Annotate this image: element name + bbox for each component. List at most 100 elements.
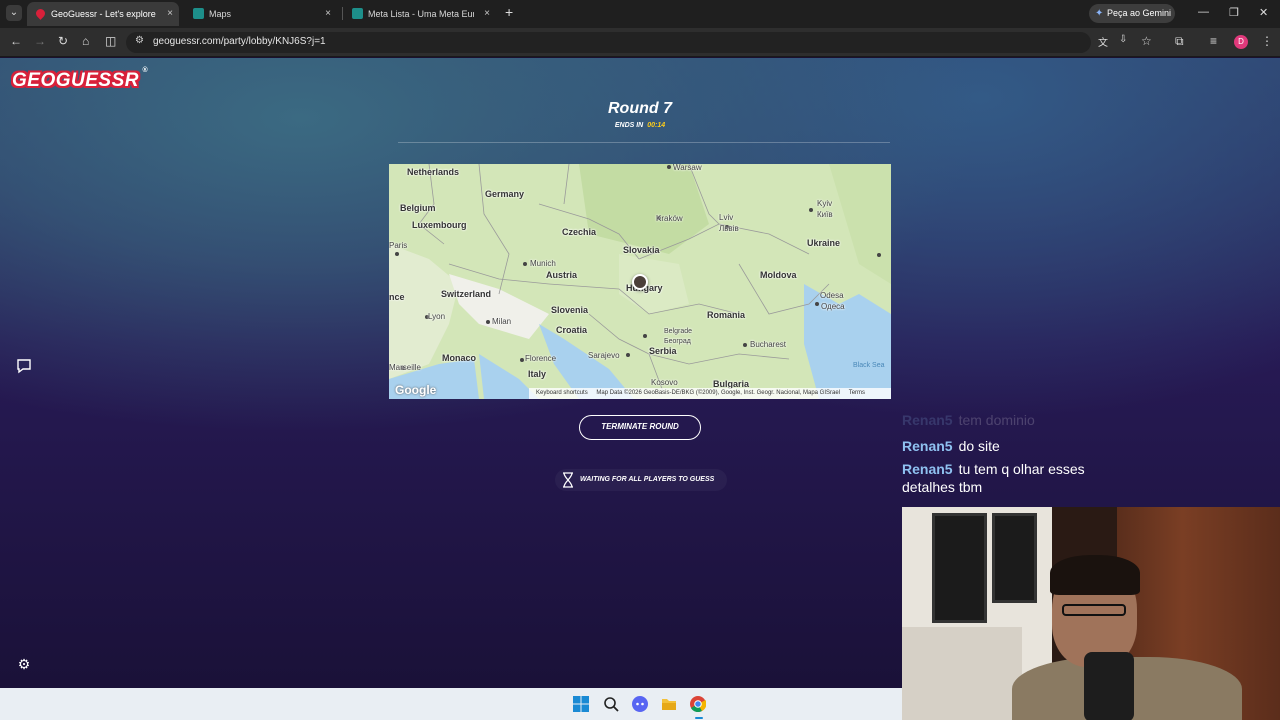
terms-link[interactable]: Terms [849, 390, 865, 396]
windows-start-icon[interactable] [573, 696, 589, 712]
map-city-label: Київ [817, 210, 833, 219]
forward-icon[interactable]: → [34, 34, 46, 48]
map-attribution: Keyboard shortcuts Map Data ©2026 GeoBas… [529, 388, 891, 399]
media-icon[interactable]: ≡ [1210, 34, 1217, 48]
cam-poster [932, 513, 987, 623]
reload-icon[interactable]: ↻ [58, 34, 68, 48]
new-tab-button[interactable]: + [505, 4, 513, 20]
map-city-label: Paris [389, 241, 408, 250]
map-city-label: Lviv [719, 213, 734, 222]
map-city-label: Bucharest [750, 340, 787, 349]
gemini-sparkle-icon: ✦ [1095, 8, 1104, 19]
map-city-label: Kosovo [651, 378, 678, 387]
tab-meta-lista[interactable]: Meta Lista - Uma Meta Europa × [344, 2, 496, 26]
map-city-label: Београд [664, 338, 691, 345]
map-label: Belgium [400, 203, 436, 213]
map-city-label: Sarajevo [588, 351, 620, 360]
chat-message: Renan5 do site [902, 438, 1000, 454]
terminate-round-button[interactable]: TERMINATE ROUND [579, 415, 701, 440]
tab-search-icon[interactable]: ⌄ [6, 5, 22, 21]
search-icon[interactable] [603, 696, 619, 712]
chat-message-continuation: detalhes tbm [902, 479, 983, 495]
translate-icon[interactable]: 文 [1098, 34, 1108, 49]
browser-tab-bar: ⌄ GeoGuessr - Let's explore the w × Maps… [0, 0, 1280, 28]
map-city-label: Munich [530, 259, 556, 268]
meta-favicon-icon [352, 8, 363, 19]
chat-message: Renan5 tu tem q olhar esses [902, 461, 1085, 477]
close-tab-icon[interactable]: × [325, 2, 331, 26]
cam-person-hair [1050, 555, 1140, 595]
map-city-label: Kraków [656, 214, 683, 223]
close-tab-icon[interactable]: × [167, 2, 173, 26]
tab-maps[interactable]: Maps × [185, 2, 337, 26]
star-icon[interactable]: ☆ [1141, 34, 1152, 48]
tab-geoguessr[interactable]: GeoGuessr - Let's explore the w × [27, 2, 179, 26]
map-label: Austria [546, 270, 578, 280]
back-icon[interactable]: ← [10, 34, 22, 48]
map-city-label: Marseille [389, 363, 422, 372]
guess-map[interactable]: Netherlands Germany Belgium Luxembourg C… [389, 164, 891, 399]
map-data-text: Map Data ©2026 GeoBasis-DE/BKG (©2009), … [596, 390, 841, 396]
map-label: Netherlands [407, 167, 460, 177]
gemini-button[interactable]: ✦ Peça ao Gemini [1089, 4, 1175, 23]
cam-wall-art [902, 627, 1022, 720]
map-city-label: Kyiv [817, 199, 833, 208]
map-label: Germany [485, 189, 525, 199]
map-label: Croatia [556, 325, 588, 335]
settings-icon[interactable]: ⚙ [14, 654, 34, 674]
install-icon[interactable]: ⇩ [1119, 34, 1127, 45]
screen: ⌄ GeoGuessr - Let's explore the w × Maps… [0, 0, 1280, 720]
map-city-label: Belgrade [664, 328, 693, 335]
geoguessr-logo[interactable]: GEOGUESSR ® [12, 67, 148, 92]
address-bar[interactable]: ⚙ geoguessr.com/party/lobby/KNJ6S?j=1 [126, 32, 1091, 53]
map-label: Czechia [562, 227, 597, 237]
map-city-label: Одеса [821, 302, 845, 311]
split-icon[interactable]: ◫ [105, 34, 116, 48]
maps-favicon-icon [193, 8, 204, 19]
active-app-indicator [695, 717, 703, 719]
map-label: Switzerland [441, 289, 492, 299]
chat-bubble-icon[interactable] [14, 357, 34, 377]
restore-icon[interactable]: ❐ [1229, 6, 1239, 19]
extensions-icon[interactable]: ⧉ [1175, 34, 1184, 49]
home-icon[interactable]: ⌂ [82, 34, 89, 48]
map-label: Serbia [649, 346, 677, 356]
minimize-icon[interactable]: — [1198, 6, 1209, 18]
map-label: Ukraine [807, 238, 841, 248]
file-explorer-icon[interactable] [661, 696, 677, 712]
chrome-icon[interactable] [690, 696, 706, 712]
cam-poster [992, 513, 1037, 603]
map-city-label: Odesa [820, 291, 844, 300]
map-label: Italy [528, 369, 547, 379]
hourglass-icon [563, 472, 573, 488]
tab-separator [342, 7, 343, 20]
keyboard-shortcuts-link[interactable]: Keyboard shortcuts [536, 390, 588, 396]
map-label: Slovakia [623, 245, 660, 255]
map-city-label: Warsaw [673, 164, 702, 172]
waiting-status: WAITING FOR ALL PLAYERS TO GUESS [555, 469, 727, 491]
map-label: Moldova [760, 270, 797, 280]
more-icon[interactable]: ⋮ [1261, 34, 1273, 48]
map-label: Monaco [442, 353, 477, 363]
cam-microphone [1084, 652, 1134, 720]
discord-icon[interactable] [632, 696, 648, 712]
player-avatar-pin[interactable] [632, 274, 648, 290]
window-close-icon[interactable]: ✕ [1259, 6, 1268, 19]
round-timer: ENDS IN 00:14 [614, 122, 666, 129]
profile-avatar[interactable]: D [1234, 35, 1248, 49]
registered-icon: ® [142, 67, 148, 74]
geoguessr-pin-icon [34, 7, 47, 20]
close-tab-icon[interactable]: × [484, 2, 490, 26]
map-city-label: Львів [719, 224, 739, 233]
browser-toolbar: ← → ↻ ⌂ ◫ ⚙ geoguessr.com/party/lobby/KN… [0, 28, 1280, 57]
site-info-icon[interactable]: ⚙ [135, 35, 144, 46]
map-label: Slovenia [551, 305, 589, 315]
windows-taskbar [0, 688, 902, 720]
map-city-label: Florence [525, 354, 557, 363]
url-text: geoguessr.com/party/lobby/KNJ6S?j=1 [153, 36, 326, 47]
google-logo: Google [395, 383, 437, 397]
map-label: nce [389, 292, 405, 302]
cam-person-glasses [1062, 604, 1126, 616]
map-label: Luxembourg [412, 220, 467, 230]
map-sea-label: Black Sea [853, 362, 885, 369]
